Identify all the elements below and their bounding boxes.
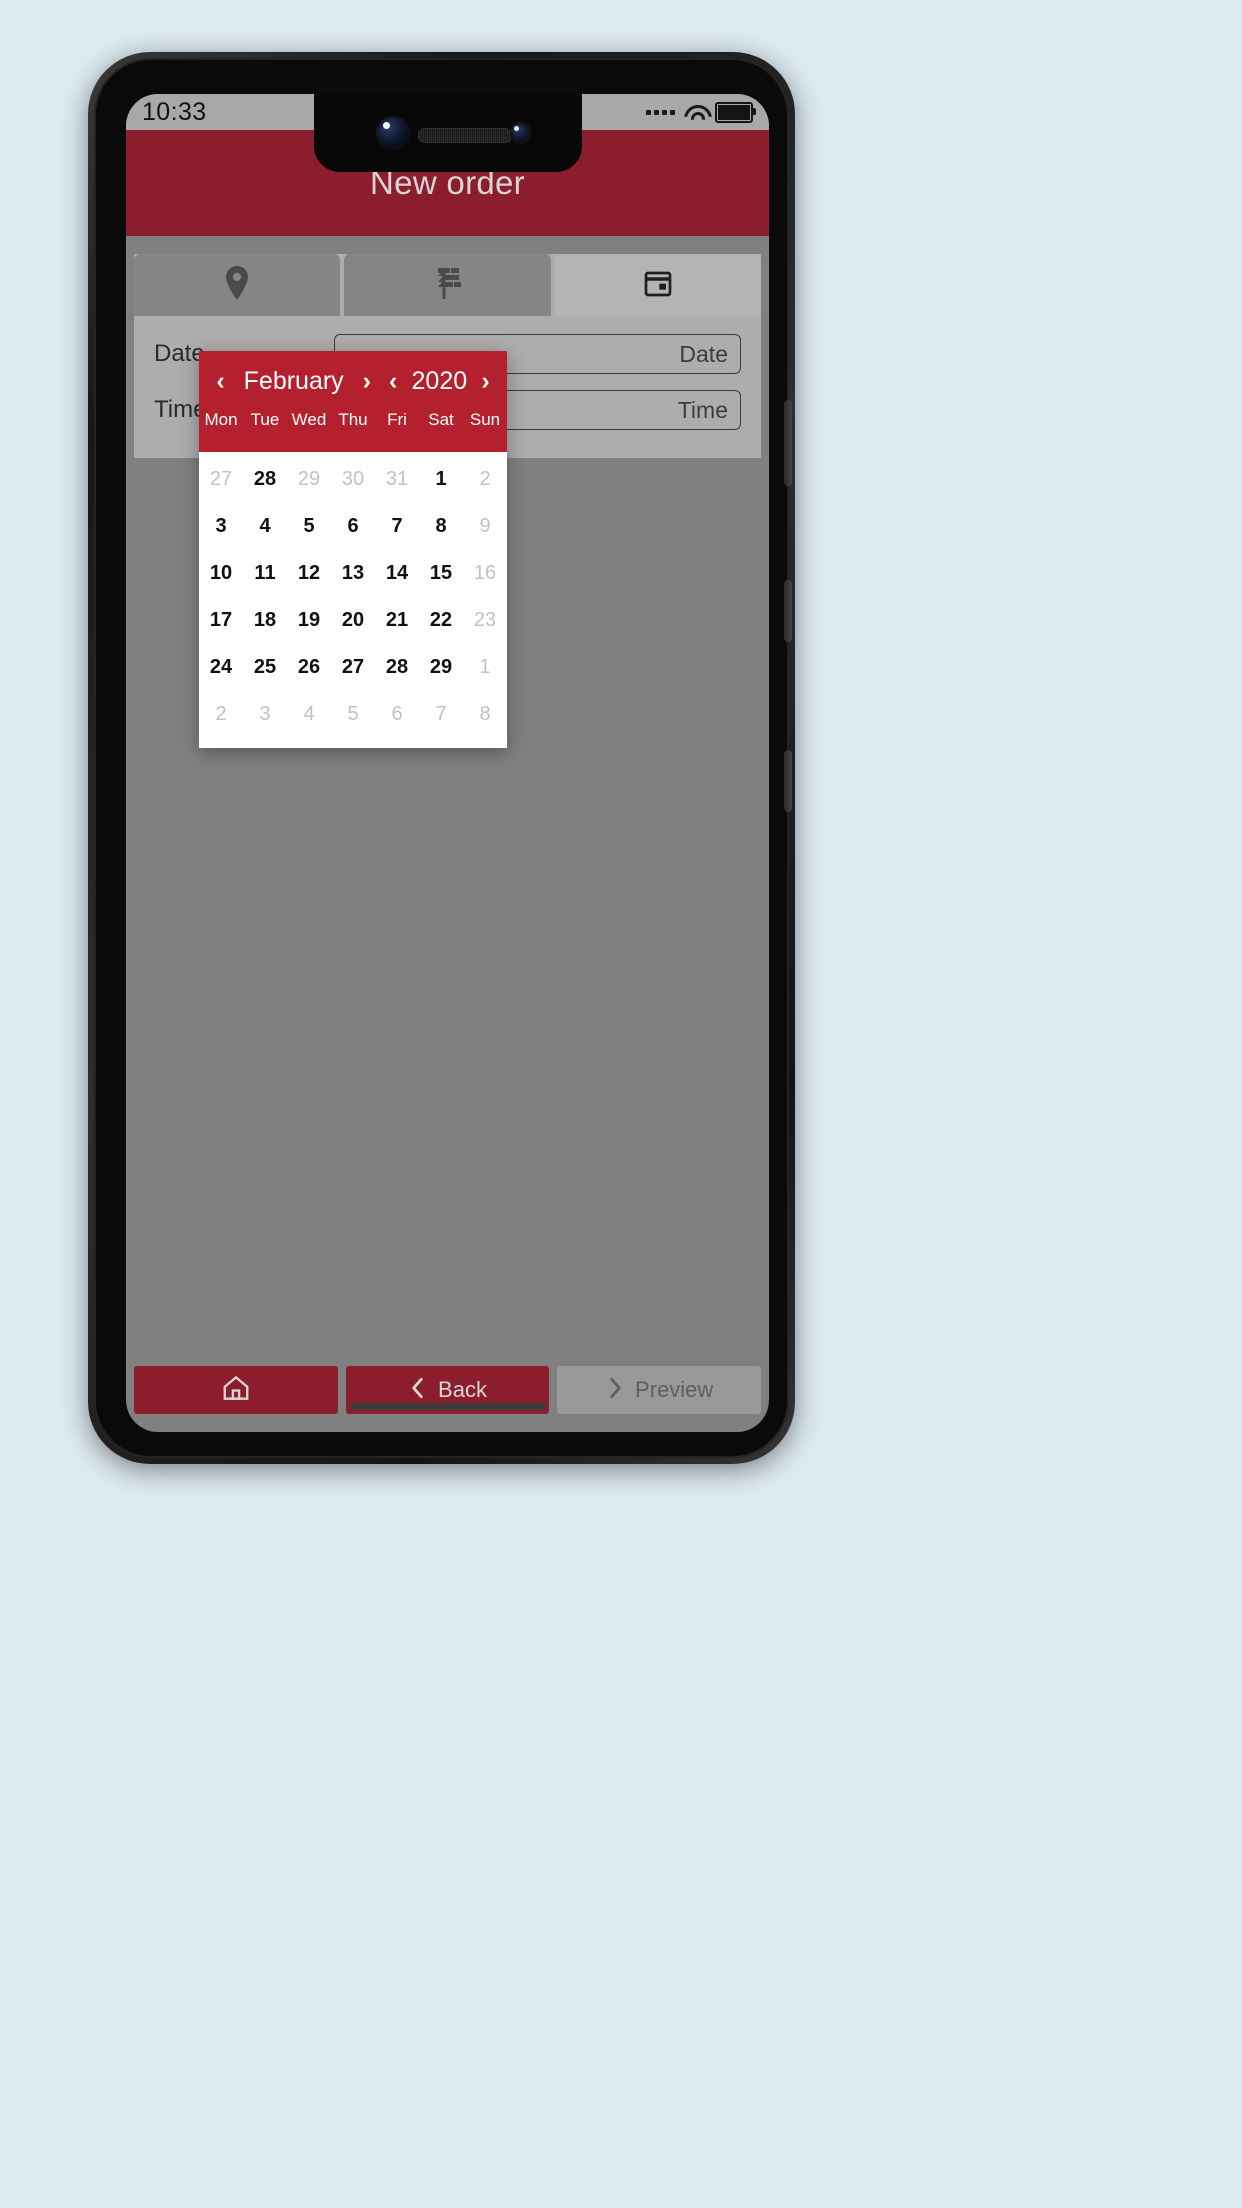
date-cell[interactable]: 5 <box>287 503 331 550</box>
date-picker-header: ‹ February › ‹ 2020 › Mon Tue Wed Thu Fri Sat… <box>199 351 507 452</box>
power-button[interactable] <box>784 400 792 486</box>
weekday-label: Tue <box>250 410 280 429</box>
tab-signpost[interactable] <box>344 254 551 316</box>
date-cell[interactable]: 27 <box>331 644 375 691</box>
date-cell[interactable]: 1 <box>463 644 507 691</box>
date-cell[interactable]: 7 <box>419 691 463 738</box>
weekday-header-row: Mon Tue Wed Thu Fri Sat Sun <box>199 396 507 442</box>
date-cell[interactable]: 17 <box>199 597 243 644</box>
chevron-left-icon <box>408 1375 428 1406</box>
notch <box>313 94 582 172</box>
battery-icon <box>715 101 756 123</box>
date-cell[interactable]: 4 <box>287 691 331 738</box>
date-cell[interactable]: 15 <box>419 550 463 597</box>
preview-button-label: Preview <box>635 1377 714 1402</box>
date-cell[interactable]: 23 <box>463 597 507 644</box>
date-cell[interactable]: 6 <box>331 503 375 550</box>
calendar-icon <box>642 267 674 304</box>
date-cell[interactable]: 8 <box>419 503 463 550</box>
year-nav-group: ‹ 2020 › <box>389 367 490 396</box>
date-cell[interactable]: 28 <box>375 644 419 691</box>
volume-up-button[interactable] <box>784 580 792 642</box>
prev-month-chevron-left-icon[interactable]: ‹ <box>216 369 224 394</box>
date-cell[interactable]: 28 <box>243 456 287 503</box>
home-button[interactable] <box>134 1366 338 1414</box>
signal-dots-icon <box>646 109 675 115</box>
weekday-label: Sun <box>469 410 501 429</box>
date-cell[interactable]: 26 <box>287 644 331 691</box>
front-camera-icon <box>375 116 410 150</box>
earpiece-speaker <box>417 128 512 143</box>
home-indicator <box>349 1403 546 1410</box>
weekday-label: Thu <box>338 410 368 429</box>
date-cell[interactable]: 14 <box>375 550 419 597</box>
date-cell[interactable]: 9 <box>463 503 507 550</box>
date-cell[interactable]: 11 <box>243 550 287 597</box>
secondary-camera-icon <box>509 122 532 144</box>
location-pin-icon <box>222 265 252 305</box>
weekday-label: Mon <box>204 410 238 429</box>
tab-schedule[interactable] <box>554 254 761 316</box>
date-cell[interactable]: 10 <box>199 550 243 597</box>
date-cell[interactable]: 6 <box>375 691 419 738</box>
prev-year-chevron-left-icon[interactable]: ‹ <box>389 369 397 394</box>
month-nav-group: ‹ February › <box>216 367 371 396</box>
home-icon <box>221 1373 251 1408</box>
date-cell[interactable]: 27 <box>199 456 243 503</box>
weekday-label: Sat <box>428 410 454 429</box>
wifi-icon <box>684 104 706 120</box>
weekday-label: Wed <box>291 410 327 429</box>
date-cell[interactable]: 12 <box>287 550 331 597</box>
phone-frame: 10:33 New order Date Date Time Time ‹ Fe… <box>88 52 795 1464</box>
date-cell[interactable]: 3 <box>199 503 243 550</box>
date-picker-nav: ‹ February › ‹ 2020 › <box>199 367 507 396</box>
date-cell[interactable]: 20 <box>331 597 375 644</box>
tab-location[interactable] <box>134 254 341 316</box>
preview-button[interactable]: Preview <box>557 1366 762 1414</box>
date-input-placeholder: Date <box>679 340 728 367</box>
date-cell[interactable]: 5 <box>331 691 375 738</box>
volume-down-button[interactable] <box>784 750 792 812</box>
date-cell[interactable]: 4 <box>243 503 287 550</box>
time-range-input-placeholder: Time <box>677 396 728 423</box>
back-button-label: Back <box>438 1377 487 1402</box>
date-cell[interactable]: 21 <box>375 597 419 644</box>
date-cell[interactable]: 2 <box>199 691 243 738</box>
date-cell[interactable]: 25 <box>243 644 287 691</box>
date-cell[interactable]: 13 <box>331 550 375 597</box>
date-picker-popup: ‹ February › ‹ 2020 › Mon Tue Wed Thu Fri Sat… <box>199 351 507 748</box>
signpost-icon <box>429 266 465 305</box>
date-cell[interactable]: 24 <box>199 644 243 691</box>
date-cell[interactable]: 22 <box>419 597 463 644</box>
date-cell[interactable]: 29 <box>287 456 331 503</box>
next-month-chevron-right-icon[interactable]: › <box>363 369 371 394</box>
date-cell[interactable]: 31 <box>375 456 419 503</box>
date-cell[interactable]: 8 <box>463 691 507 738</box>
next-year-chevron-right-icon[interactable]: › <box>481 369 489 394</box>
date-cell[interactable]: 7 <box>375 503 419 550</box>
date-cell[interactable]: 3 <box>243 691 287 738</box>
date-cell[interactable]: 16 <box>463 550 507 597</box>
phone-screen: 10:33 New order Date Date Time Time ‹ Fe… <box>126 94 769 1432</box>
chevron-right-icon <box>605 1375 625 1406</box>
year-label: 2020 <box>411 367 468 395</box>
date-cell[interactable]: 29 <box>419 644 463 691</box>
month-label: February <box>243 367 344 395</box>
tab-bar <box>134 254 761 316</box>
status-clock: 10:33 <box>142 97 207 126</box>
phone-frame-inner: 10:33 New order Date Date Time Time ‹ Fe… <box>94 58 792 1458</box>
date-cell[interactable]: 18 <box>243 597 287 644</box>
date-cell[interactable]: 2 <box>463 456 507 503</box>
date-cell[interactable]: 1 <box>419 456 463 503</box>
date-cell[interactable]: 30 <box>331 456 375 503</box>
app-root: 10:33 New order Date Date Time Time ‹ Fe… <box>126 94 769 1432</box>
date-cell[interactable]: 19 <box>287 597 331 644</box>
date-grid: 27 28 29 30 31 1 2 3 4 5 6 7 8 9 10 11 12 13 14 15 16 17 18 19 2… <box>199 452 507 748</box>
weekday-label: Fri <box>387 410 407 429</box>
status-icons <box>646 101 756 123</box>
